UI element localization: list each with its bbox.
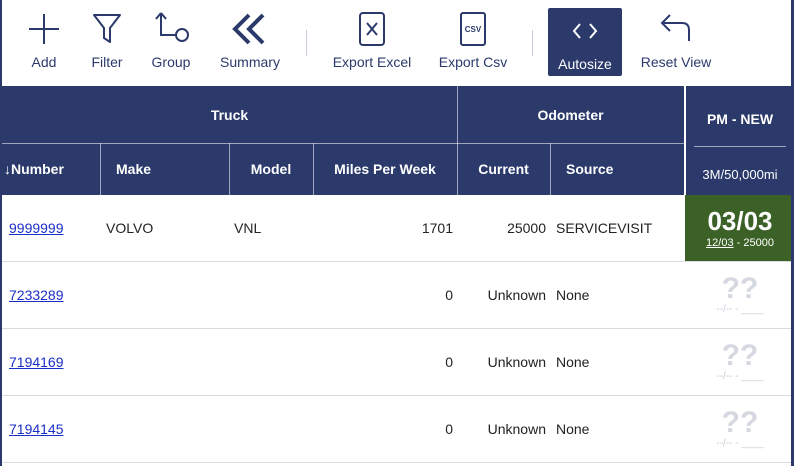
source-cell: SERVICEVISIT — [556, 220, 653, 236]
header-group-truck[interactable]: Truck — [2, 86, 457, 143]
header-current[interactable]: Current — [457, 143, 550, 195]
pm-status-cell[interactable]: ?? --/-- - ____ — [685, 262, 794, 328]
current-cell: Unknown — [487, 287, 546, 303]
toolbar-divider — [306, 30, 307, 56]
header-divider — [100, 143, 101, 195]
truck-number-link[interactable]: 7194145 — [9, 421, 64, 437]
header-divider — [550, 143, 551, 195]
double-chevron-left-icon — [226, 10, 274, 48]
current-cell: 25000 — [507, 220, 546, 236]
plus-icon — [20, 10, 68, 48]
csv-file-icon: CSV — [449, 10, 497, 48]
reset-view-button[interactable]: Reset View — [638, 0, 714, 86]
export-csv-label: Export Csv — [438, 54, 508, 70]
current-cell: Unknown — [487, 421, 546, 437]
pm-detail: --/-- - ____ — [716, 371, 764, 382]
undo-arrow-icon — [652, 10, 700, 48]
header-divider — [2, 143, 684, 144]
make-cell: VOLVO — [106, 220, 154, 236]
reset-view-label: Reset View — [640, 54, 712, 70]
summary-button[interactable]: Summary — [216, 0, 284, 86]
excel-file-icon — [348, 10, 396, 48]
group-button[interactable]: Group — [147, 0, 195, 86]
miles-per-week-cell: 1701 — [421, 220, 453, 236]
grid-header: Truck Odometer PM - NEW ↓Number Make Mod… — [2, 86, 794, 195]
pm-unknown: ?? — [721, 406, 759, 439]
header-model[interactable]: Model — [229, 143, 313, 195]
pm-status-cell[interactable]: ?? --/-- - ____ — [685, 329, 794, 395]
header-pm-sub[interactable]: 3M/50,000mi — [685, 158, 794, 190]
filter-icon — [83, 10, 131, 48]
pm-status-cell[interactable]: ?? --/-- - ____ — [685, 396, 794, 462]
header-group-odometer[interactable]: Odometer — [457, 86, 684, 143]
group-label: Group — [151, 54, 191, 70]
source-cell: None — [556, 354, 590, 370]
header-group-pm[interactable]: PM - NEW — [685, 94, 794, 144]
model-cell: VNL — [234, 220, 262, 236]
miles-per-week-cell: 0 — [445, 354, 453, 370]
pm-unknown: ?? — [721, 339, 759, 372]
group-icon — [147, 10, 195, 48]
toolbar: Add Filter Group Summary Export Excel CS… — [2, 0, 794, 86]
filter-button[interactable]: Filter — [83, 0, 131, 86]
header-divider — [313, 143, 314, 195]
miles-per-week-cell: 0 — [445, 287, 453, 303]
toolbar-divider — [532, 30, 533, 56]
summary-label: Summary — [220, 54, 280, 70]
pm-separator: - — [733, 237, 744, 249]
header-divider — [229, 143, 230, 195]
truck-number-link[interactable]: 9999999 — [9, 220, 64, 236]
pm-last-date[interactable]: 12/03 — [706, 237, 734, 249]
miles-per-week-cell: 0 — [445, 421, 453, 437]
table-row[interactable]: 7194145 0 Unknown None ?? --/-- - ____ — [2, 396, 794, 463]
add-button[interactable]: Add — [20, 0, 68, 86]
pm-last-miles: 25000 — [743, 237, 774, 249]
pm-detail: --/-- - ____ — [716, 304, 764, 315]
header-make[interactable]: Make — [100, 143, 229, 195]
header-source[interactable]: Source — [550, 143, 684, 195]
truck-number-link[interactable]: 7233289 — [9, 287, 64, 303]
pm-status-cell[interactable]: 03/03 12/03 - 25000 — [685, 195, 794, 261]
pm-detail: 12/03 - 25000 — [706, 236, 774, 250]
pm-detail: --/-- - ____ — [716, 438, 764, 449]
autosize-button[interactable]: Autosize — [548, 8, 622, 76]
header-divider — [457, 86, 458, 195]
pm-due-date: 03/03 — [707, 206, 773, 236]
csv-icon-text: CSV — [464, 24, 482, 34]
export-excel-button[interactable]: Export Excel — [330, 0, 414, 86]
header-miles-per-week[interactable]: Miles Per Week — [313, 143, 457, 195]
source-cell: None — [556, 421, 590, 437]
source-cell: None — [556, 287, 590, 303]
header-number[interactable]: ↓Number — [2, 143, 100, 195]
export-excel-label: Export Excel — [332, 54, 412, 70]
table-row[interactable]: 7194169 0 Unknown None ?? --/-- - ____ — [2, 329, 794, 396]
export-csv-button[interactable]: CSV Export Csv — [436, 0, 510, 86]
current-cell: Unknown — [487, 354, 546, 370]
autosize-label: Autosize — [558, 56, 612, 72]
grid-view: Add Filter Group Summary Export Excel CS… — [0, 0, 794, 466]
header-divider — [694, 146, 786, 147]
pm-unknown: ?? — [721, 272, 759, 305]
code-brackets-icon — [561, 12, 609, 50]
filter-label: Filter — [91, 54, 123, 70]
table-row[interactable]: 9999999 VOLVO VNL 1701 25000 SERVICEVISI… — [2, 195, 794, 262]
truck-number-link[interactable]: 7194169 — [9, 354, 64, 370]
add-label: Add — [31, 54, 57, 70]
header-divider — [684, 86, 686, 195]
table-row[interactable]: 7233289 0 Unknown None ?? --/-- - ____ — [2, 262, 794, 329]
